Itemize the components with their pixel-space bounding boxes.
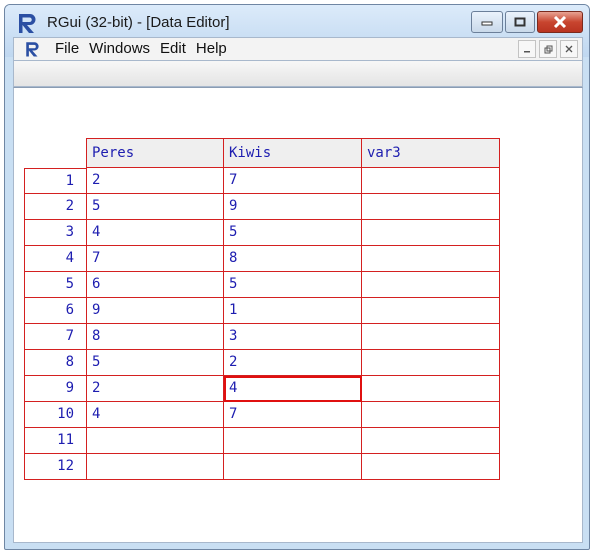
data-cell[interactable]	[362, 324, 500, 350]
data-cell[interactable]	[362, 376, 500, 402]
mdi-close-icon	[565, 45, 573, 53]
data-cell[interactable]: 5	[86, 194, 224, 220]
row-header[interactable]: 12	[24, 454, 86, 480]
data-cell[interactable]	[362, 246, 500, 272]
menu-bar: File Windows Edit Help	[13, 37, 583, 61]
row-header[interactable]: 8	[24, 350, 86, 376]
minimize-button[interactable]	[471, 11, 503, 33]
menu-help[interactable]: Help	[191, 40, 232, 58]
data-cell[interactable]	[362, 298, 500, 324]
column-header-var3[interactable]: var3	[362, 138, 500, 168]
close-button[interactable]	[537, 11, 583, 33]
data-cell[interactable]: 8	[224, 246, 362, 272]
data-cell[interactable]: 2	[86, 376, 224, 402]
data-cell[interactable]	[362, 428, 500, 454]
data-grid-area: Peres Kiwis var3 1 2 7 2 5 9 3 4 5 4 7 8 5 6 5 6 9 1 7 8 3 8 5 2 9 2…	[13, 87, 583, 543]
menu-file[interactable]: File	[50, 40, 84, 58]
maximize-button[interactable]	[505, 11, 535, 33]
data-cell[interactable]: 7	[86, 246, 224, 272]
column-header-kiwis[interactable]: Kiwis	[224, 138, 362, 168]
row-header[interactable]: 3	[24, 220, 86, 246]
data-cell[interactable]: 5	[86, 350, 224, 376]
mdi-minimize-button[interactable]	[518, 40, 536, 58]
data-cell[interactable]: 2	[86, 168, 224, 194]
data-cell[interactable]	[86, 428, 224, 454]
toolbar	[13, 61, 583, 87]
data-cell[interactable]	[224, 454, 362, 480]
row-header[interactable]: 7	[24, 324, 86, 350]
data-cell[interactable]: 6	[86, 272, 224, 298]
grid-corner[interactable]	[24, 138, 86, 168]
r-logo-icon	[19, 14, 36, 33]
data-cell[interactable]: 9	[86, 298, 224, 324]
data-cell[interactable]: 4	[224, 376, 362, 402]
maximize-icon	[514, 17, 526, 27]
close-icon	[553, 16, 567, 28]
row-header[interactable]: 2	[24, 194, 86, 220]
data-cell[interactable]: 3	[224, 324, 362, 350]
column-header-peres[interactable]: Peres	[86, 138, 224, 168]
data-cell[interactable]: 2	[224, 350, 362, 376]
data-cell[interactable]	[362, 350, 500, 376]
data-cell[interactable]: 5	[224, 272, 362, 298]
r-logo-icon[interactable]	[22, 40, 44, 58]
data-cell[interactable]	[86, 454, 224, 480]
data-cell[interactable]: 7	[224, 402, 362, 428]
row-header[interactable]: 10	[24, 402, 86, 428]
menu-windows[interactable]: Windows	[84, 40, 155, 58]
minimize-icon	[481, 21, 493, 26]
row-header[interactable]: 11	[24, 428, 86, 454]
row-header[interactable]: 5	[24, 272, 86, 298]
data-cell[interactable]	[362, 168, 500, 194]
data-cell[interactable]: 7	[224, 168, 362, 194]
row-header[interactable]: 6	[24, 298, 86, 324]
data-cell[interactable]	[362, 272, 500, 298]
row-header[interactable]: 9	[24, 376, 86, 402]
row-header[interactable]: 4	[24, 246, 86, 272]
data-cell[interactable]: 4	[86, 220, 224, 246]
data-cell[interactable]: 4	[86, 402, 224, 428]
menu-edit[interactable]: Edit	[155, 40, 191, 58]
mdi-restore-icon	[544, 45, 552, 53]
window-title: RGui (32-bit) - [Data Editor]	[47, 14, 230, 31]
data-cell[interactable]: 9	[224, 194, 362, 220]
mdi-restore-button[interactable]	[539, 40, 557, 58]
mdi-close-button[interactable]	[560, 40, 578, 58]
row-header[interactable]: 1	[24, 168, 86, 194]
data-cell[interactable]: 8	[86, 324, 224, 350]
data-cell[interactable]	[362, 454, 500, 480]
data-cell[interactable]	[224, 428, 362, 454]
data-cell[interactable]	[362, 402, 500, 428]
data-cell[interactable]: 5	[224, 220, 362, 246]
data-cell[interactable]: 1	[224, 298, 362, 324]
data-cell[interactable]	[362, 220, 500, 246]
mdi-minimize-icon	[524, 51, 530, 53]
data-cell[interactable]	[362, 194, 500, 220]
data-editor-window: RGui (32-bit) - [Data Editor] File Windo…	[4, 4, 590, 550]
